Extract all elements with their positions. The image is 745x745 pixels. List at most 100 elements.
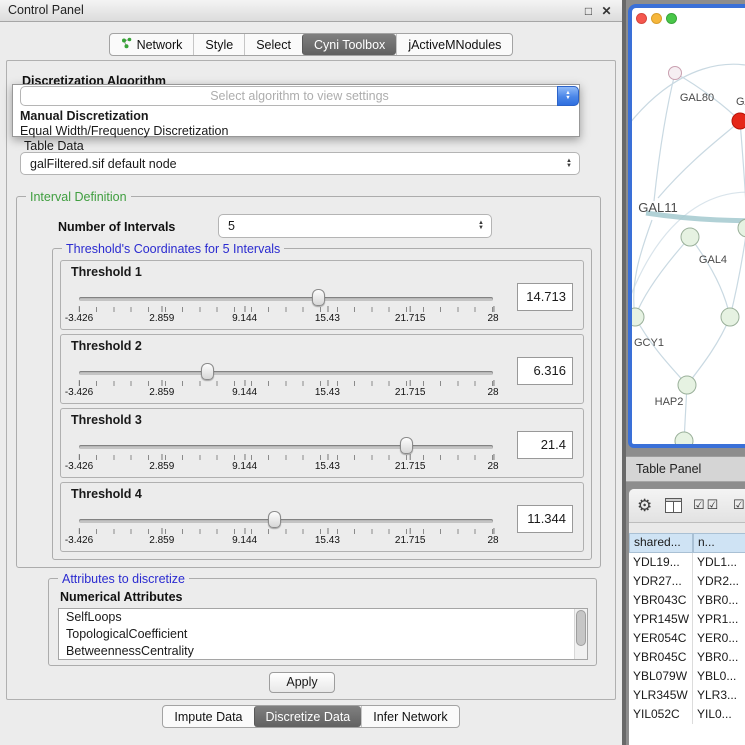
network-node[interactable]: [675, 432, 693, 444]
threshold-2-panel: Threshold 2 -3.426 2.859 9.144 15.43 21.…: [60, 334, 584, 404]
cell: YBR043C: [629, 591, 693, 610]
scale-label: 15.43: [315, 461, 340, 472]
zoom-traffic-light[interactable]: [666, 13, 677, 24]
network-node[interactable]: [681, 228, 699, 246]
cell: YDL19...: [629, 553, 693, 572]
algorithm-option-equal-width[interactable]: Equal Width/Frequency Discretization: [20, 124, 572, 139]
tab-impute-data-label: Impute Data: [174, 710, 242, 724]
scale-label: 21.715: [395, 535, 426, 546]
tab-discretize-data[interactable]: Discretize Data: [254, 706, 362, 727]
selected-network-node[interactable]: [732, 113, 745, 129]
tab-impute-data[interactable]: Impute Data: [163, 706, 253, 727]
algorithm-combobox[interactable]: Select algorithm to view settings: [20, 86, 579, 106]
cell: YER054C: [629, 629, 693, 648]
close-traffic-light[interactable]: [636, 13, 647, 24]
column-layout-icon[interactable]: [665, 498, 682, 516]
network-canvas[interactable]: GAL80 GA GAL11 GAL4 GCY1 HAP2 H: [632, 8, 745, 444]
close-icon[interactable]: ✕: [599, 3, 614, 19]
slider-thumb[interactable]: [400, 437, 413, 454]
network-view-window: GAL80 GA GAL11 GAL4 GCY1 HAP2 H: [628, 4, 745, 448]
column-header-shared-name[interactable]: shared...: [629, 533, 693, 553]
cell: YDR27...: [629, 572, 693, 591]
table-row[interactable]: YDL19... YDL1...: [629, 553, 745, 572]
tab-style-label: Style: [205, 38, 233, 52]
stepper-down-icon: ▼: [478, 226, 484, 231]
tab-jactivemodules[interactable]: jActiveMNodules: [396, 34, 512, 55]
list-item[interactable]: TopologicalCoefficient: [59, 626, 587, 643]
cell: YPR145W: [629, 610, 693, 629]
tab-style[interactable]: Style: [193, 34, 244, 55]
apply-button[interactable]: Apply: [269, 672, 335, 693]
tab-cyni-toolbox[interactable]: Cyni Toolbox: [302, 34, 396, 55]
slider-track[interactable]: [79, 371, 493, 375]
slider-ticks: [79, 455, 493, 460]
table-row[interactable]: YBR043C YBR0...: [629, 591, 745, 610]
network-node[interactable]: [632, 308, 644, 326]
bottom-tabbar: Impute Data Discretize Data Infer Networ…: [162, 705, 459, 728]
numerical-attributes-list: SelfLoops TopologicalCoefficient Between…: [58, 608, 588, 660]
select-all-icon[interactable]: ☑: [733, 497, 745, 513]
slider-ticks: [79, 529, 493, 534]
threshold-3-value[interactable]: 21.4: [517, 431, 573, 459]
table-row[interactable]: YDR27... YDR2...: [629, 572, 745, 591]
slider-ticks: [79, 307, 493, 312]
tab-network[interactable]: Network: [110, 34, 194, 55]
cell: YLR345W: [629, 686, 693, 705]
list-item[interactable]: SelfLoops: [59, 609, 587, 626]
table-row[interactable]: YBR045C YBR0...: [629, 648, 745, 667]
node-label: GAL80: [680, 92, 714, 104]
slider-track[interactable]: [79, 445, 493, 449]
scale-label: 28: [487, 313, 498, 324]
interval-definition-title: Interval Definition: [26, 190, 131, 204]
scale-label: 21.715: [395, 387, 426, 398]
table-row[interactable]: YLR345W YLR3...: [629, 686, 745, 705]
select-columns-icon[interactable]: ☑☑: [693, 497, 720, 513]
scale-label: 28: [487, 461, 498, 472]
cell: YIL052C: [629, 705, 693, 724]
cell: YBR045C: [629, 648, 693, 667]
tab-select[interactable]: Select: [244, 34, 302, 55]
network-node[interactable]: [669, 67, 682, 80]
scale-label: -3.426: [65, 313, 93, 324]
slider-track[interactable]: [79, 297, 493, 301]
column-header-name[interactable]: n...: [693, 533, 745, 553]
slider-ticks: [79, 381, 493, 386]
scale-label: 28: [487, 387, 498, 398]
threshold-3-slider[interactable]: -3.426 2.859 9.144 15.43 21.715 28: [79, 435, 493, 475]
table-row[interactable]: YBL079W YBL0...: [629, 667, 745, 686]
threshold-2-slider[interactable]: -3.426 2.859 9.144 15.43 21.715 28: [79, 361, 493, 401]
threshold-4-slider[interactable]: -3.426 2.859 9.144 15.43 21.715 28: [79, 509, 493, 549]
table-row[interactable]: YPR145W YPR1...: [629, 610, 745, 629]
threshold-1-slider[interactable]: -3.426 2.859 9.144 15.43 21.715 28: [79, 287, 493, 327]
algorithm-option-manual[interactable]: Manual Discretization: [20, 109, 572, 124]
table-data-value: galFiltered.sif default node: [30, 157, 177, 171]
list-scrollbar[interactable]: [574, 609, 587, 659]
table-row[interactable]: YIL052C YIL0...: [629, 705, 745, 724]
numerical-attributes-label: Numerical Attributes: [60, 590, 182, 604]
slider-thumb[interactable]: [268, 511, 281, 528]
algorithm-combobox-button[interactable]: ▲ ▼: [557, 86, 579, 106]
minimize-traffic-light[interactable]: [651, 13, 662, 24]
number-of-intervals-combobox[interactable]: 5 ▲ ▼: [218, 214, 492, 238]
float-window-icon[interactable]: □: [581, 3, 596, 19]
list-item[interactable]: BetweennessCentrality: [59, 643, 587, 660]
scrollbar-thumb[interactable]: [576, 610, 586, 646]
threshold-4-value[interactable]: 11.344: [517, 505, 573, 533]
scale-label: 2.859: [149, 387, 174, 398]
slider-thumb[interactable]: [312, 289, 325, 306]
table-row[interactable]: YER054C YER0...: [629, 629, 745, 648]
threshold-2-value[interactable]: 6.316: [517, 357, 573, 385]
network-node[interactable]: [721, 308, 739, 326]
control-panel: Control Panel □ ✕ Netwo: [0, 0, 622, 745]
slider-track[interactable]: [79, 519, 493, 523]
table-panel-title: Table Panel: [636, 462, 701, 476]
tab-infer-network[interactable]: Infer Network: [361, 706, 458, 727]
network-node[interactable]: [678, 376, 696, 394]
threshold-1-value[interactable]: 14.713: [517, 283, 573, 311]
slider-thumb[interactable]: [201, 363, 214, 380]
scale-label: 15.43: [315, 387, 340, 398]
gear-icon[interactable]: ⚙: [637, 494, 652, 518]
table-data-combobox[interactable]: galFiltered.sif default node ▲ ▼: [20, 152, 580, 175]
cell: YBL0...: [693, 667, 745, 686]
threshold-4-panel: Threshold 4 -3.426 2.859 9.144 15.43 21.…: [60, 482, 584, 552]
